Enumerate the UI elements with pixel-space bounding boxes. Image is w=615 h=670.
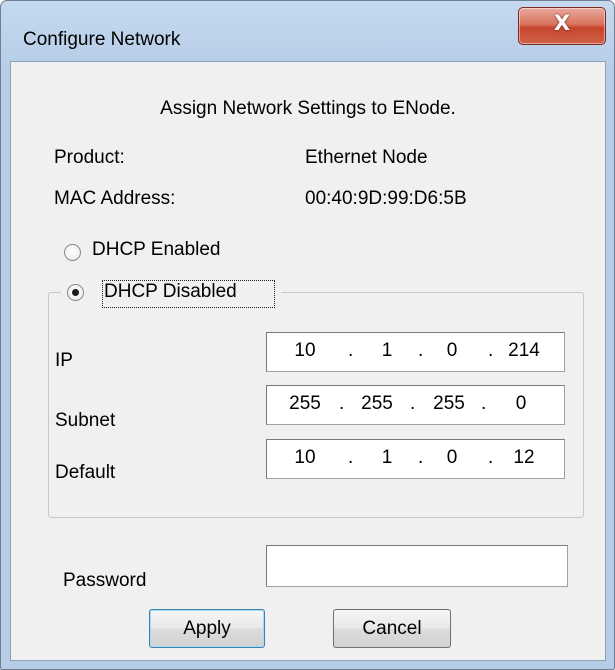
ip-octet-3: 0 <box>446 340 458 361</box>
subnet-label: Subnet <box>55 410 116 431</box>
gateway-octet-3: 0 <box>446 447 458 468</box>
subnet-octet-1: 255 <box>289 393 321 414</box>
dhcp-enabled-radio[interactable] <box>64 244 81 261</box>
title-bar[interactable]: Configure Network X <box>1 1 614 61</box>
gateway-octet-2: 1 <box>381 447 393 468</box>
radio-selected-dot <box>72 289 79 296</box>
close-button[interactable]: X <box>518 7 606 45</box>
octet-separator: . <box>488 447 494 468</box>
cancel-button[interactable]: Cancel <box>333 609 451 648</box>
ip-octet-1: 10 <box>294 340 316 361</box>
window-title: Configure Network <box>23 29 181 50</box>
ip-octet-4: 214 <box>508 340 540 361</box>
ip-octet-2: 1 <box>381 340 393 361</box>
password-field[interactable] <box>266 545 568 587</box>
dhcp-enabled-label[interactable]: DHCP Enabled <box>92 239 221 261</box>
default-gateway-label: Default <box>55 462 116 483</box>
mac-address-value: 00:40:9D:99:D6:5B <box>305 188 467 209</box>
product-label: Product: <box>54 147 125 168</box>
configure-network-dialog: Configure Network X Assign Network Setti… <box>0 0 615 670</box>
password-label: Password <box>63 570 147 591</box>
mac-address-label: MAC Address: <box>54 188 176 209</box>
ip-label: IP <box>55 350 73 371</box>
octet-separator: . <box>418 340 424 361</box>
product-value: Ethernet Node <box>305 147 428 168</box>
dialog-body: Assign Network Settings to ENode. Produc… <box>10 61 606 661</box>
dhcp-disabled-label[interactable]: DHCP Disabled <box>104 281 237 303</box>
default-gateway-field[interactable]: 10 . 1 . 0 . 12 <box>266 439 565 479</box>
octet-separator: . <box>348 340 354 361</box>
octet-separator: . <box>348 447 354 468</box>
close-icon: X <box>553 11 571 35</box>
subnet-octet-4: 0 <box>515 393 527 414</box>
subnet-octet-3: 255 <box>433 393 465 414</box>
octet-separator: . <box>410 393 416 414</box>
gateway-octet-4: 12 <box>513 447 535 468</box>
octet-separator: . <box>481 393 487 414</box>
octet-separator: . <box>488 340 494 361</box>
ip-address-field[interactable]: 10 . 1 . 0 . 214 <box>266 332 565 372</box>
octet-separator: . <box>339 393 345 414</box>
octet-separator: . <box>418 447 424 468</box>
subnet-mask-field[interactable]: 255 . 255 . 255 . 0 <box>266 385 565 425</box>
dhcp-disabled-radio[interactable] <box>67 284 84 301</box>
subnet-octet-2: 255 <box>361 393 393 414</box>
dialog-heading: Assign Network Settings to ENode. <box>160 98 456 119</box>
apply-button[interactable]: Apply <box>149 609 265 648</box>
gateway-octet-1: 10 <box>294 447 316 468</box>
